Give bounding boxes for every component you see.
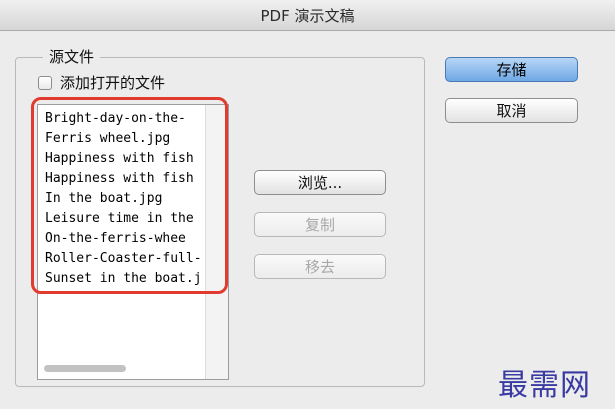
source-files-legend: 源文件: [43, 46, 101, 67]
window-title: PDF 演示文稿: [260, 6, 355, 25]
highlight-box: [31, 97, 228, 294]
watermark-logo: 最需网: [498, 368, 591, 403]
add-open-files-row[interactable]: 添加打开的文件: [38, 72, 165, 93]
cancel-button[interactable]: 取消: [445, 98, 578, 123]
browse-button[interactable]: 浏览...: [254, 170, 386, 195]
horizontal-scrollbar-thumb[interactable]: [44, 365, 126, 372]
remove-button[interactable]: 移去: [254, 254, 386, 279]
title-bar: PDF 演示文稿: [0, 0, 615, 31]
copy-button[interactable]: 复制: [254, 212, 386, 237]
add-open-files-checkbox[interactable]: [38, 75, 52, 90]
add-open-files-label: 添加打开的文件: [60, 74, 166, 92]
save-button[interactable]: 存储: [445, 57, 578, 82]
